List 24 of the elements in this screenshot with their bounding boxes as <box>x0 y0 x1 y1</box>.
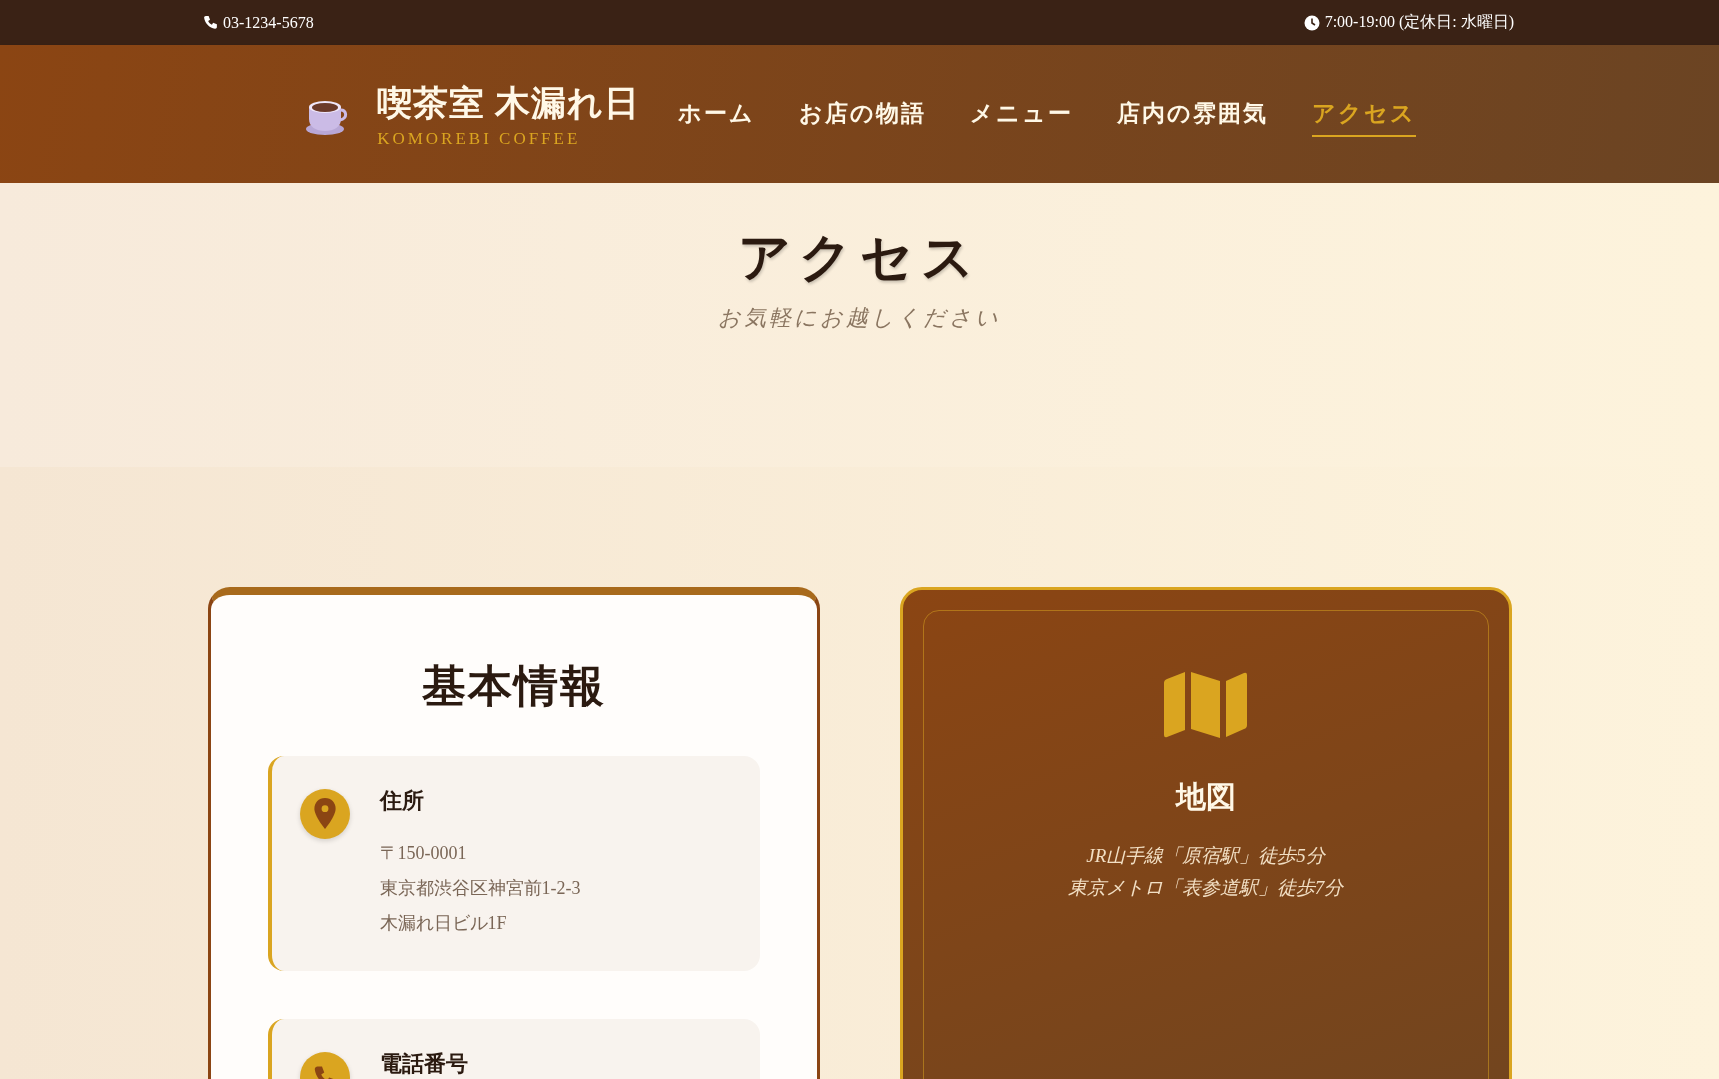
phone-number: 03-1234-5678 <box>223 13 314 32</box>
card-title: 基本情報 <box>421 661 606 713</box>
phone-icon <box>203 15 218 30</box>
map-title: 地図 <box>1175 779 1236 815</box>
page-title: アクセス <box>737 228 982 288</box>
nav-link[interactable]: 店内の雰囲気 <box>1116 91 1268 137</box>
map-icon <box>1161 671 1250 739</box>
item-text: 木漏れ日ビル1F <box>379 912 508 935</box>
item-label: 住所 <box>379 787 425 815</box>
opening-hours: 7:00-19:00 (定休日: 水曜日) <box>1324 12 1514 33</box>
clock-icon <box>1303 14 1320 31</box>
nav-link[interactable]: メニュー <box>969 91 1073 137</box>
nav-link[interactable]: ホーム <box>677 91 755 137</box>
page-subtitle: お気軽にお越しください <box>718 304 1001 332</box>
item-text: 〒150-0001 <box>379 842 468 865</box>
item-text: 東京都渋谷区神宮前1-2-3 <box>379 877 581 900</box>
logo-title[interactable]: 喫茶室 木漏れ日 <box>377 79 640 127</box>
location-pin-icon <box>299 789 350 839</box>
nav-link[interactable]: アクセス <box>1311 91 1416 137</box>
item-label: 電話番号 <box>379 1050 468 1078</box>
logo-subtitle: KOMOREBI COFFEE <box>377 128 582 149</box>
directions-text: JR山手線「原宿駅」徒歩5分 <box>1086 844 1325 868</box>
directions-text: 東京メトロ「表参道駅」徒歩7分 <box>1067 876 1344 900</box>
nav-link[interactable]: お店の物語 <box>798 91 926 137</box>
